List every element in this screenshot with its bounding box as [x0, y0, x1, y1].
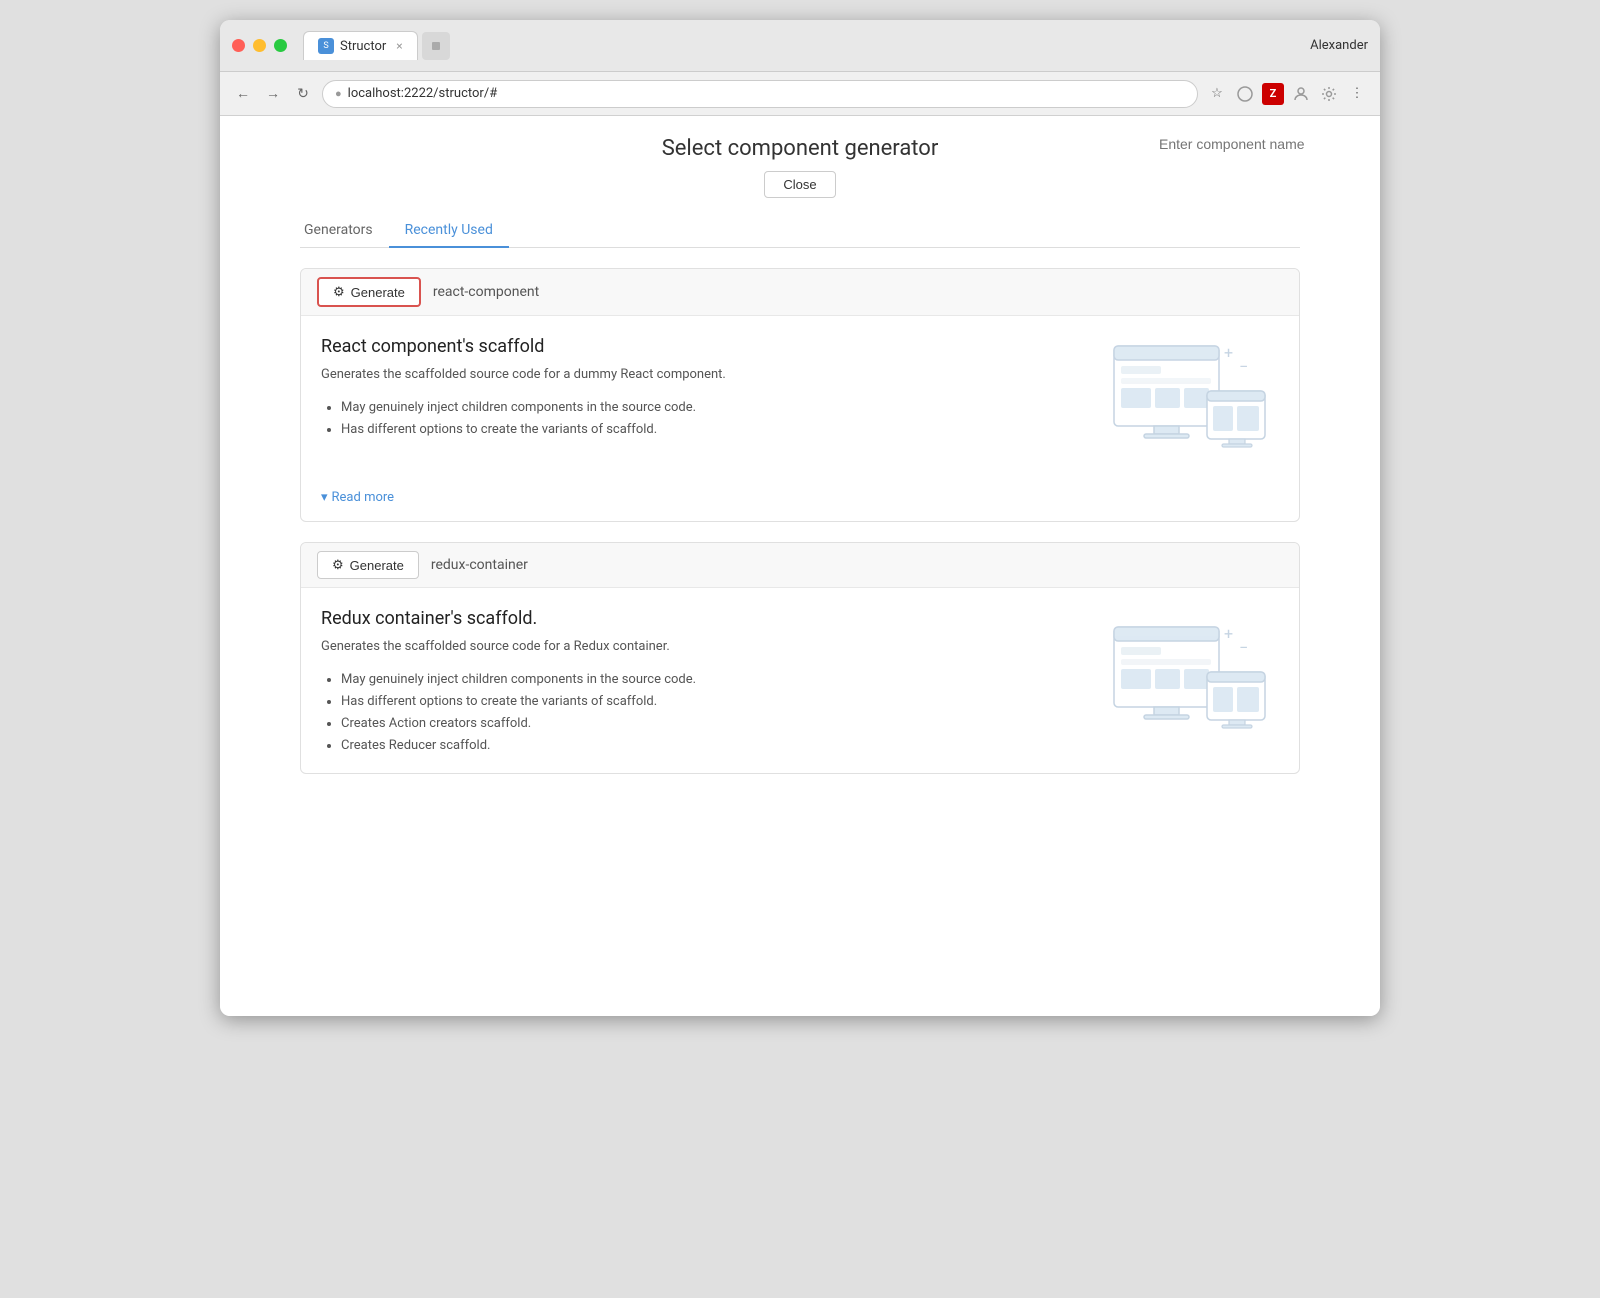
address-bar: ← → ↻ ● localhost:2222/structor/# ☆ Z — [220, 72, 1380, 116]
card-desc-redux: Generates the scaffolded source code for… — [321, 637, 1079, 657]
tab-close-button[interactable]: × — [396, 39, 402, 53]
close-window-button[interactable] — [232, 39, 245, 52]
user-name: Alexander — [1310, 38, 1368, 53]
forward-button[interactable]: → — [262, 83, 284, 105]
url-bar[interactable]: ● localhost:2222/structor/# — [322, 80, 1198, 108]
tab-title: Structor — [340, 39, 386, 54]
read-more-wrap-react: ▾ Read more — [301, 482, 1299, 521]
url-text: localhost:2222/structor/# — [348, 86, 498, 101]
cards-container: ⚙ Generate react-component React compone… — [220, 268, 1380, 774]
tab-bar: S Structor × — [303, 31, 1310, 60]
profile-button[interactable] — [1290, 83, 1312, 105]
bookmark-button[interactable]: ☆ — [1206, 83, 1228, 105]
card-text-redux: Redux container's scaffold. Generates th… — [321, 608, 1079, 757]
title-bar: S Structor × Alexander — [220, 20, 1380, 72]
card-image-react: + − — [1099, 336, 1279, 466]
card-header-react: ⚙ Generate react-component — [301, 269, 1299, 316]
tabs-container: Generators Recently Used — [220, 214, 1380, 248]
gear-icon: ⚙ — [333, 284, 345, 300]
generator-card-react-component: ⚙ Generate react-component React compone… — [300, 268, 1300, 522]
card-title-redux: Redux container's scaffold. — [321, 608, 1079, 629]
tab-recently-used[interactable]: Recently Used — [389, 214, 509, 248]
tab-generators[interactable]: Generators — [300, 214, 389, 248]
active-tab[interactable]: S Structor × — [303, 31, 418, 60]
generate-redux-label: Generate — [350, 558, 404, 573]
gear-icon-redux: ⚙ — [332, 557, 344, 573]
close-button-wrap: Close — [220, 171, 1380, 198]
page-header: Select component generator — [220, 136, 1380, 161]
reload-button[interactable]: ↻ — [292, 83, 314, 105]
read-more-react-link[interactable]: ▾ Read more — [321, 490, 1279, 505]
svg-text:−: − — [1239, 638, 1248, 657]
list-item: Has different options to create the vari… — [341, 419, 1079, 441]
minimize-window-button[interactable] — [253, 39, 266, 52]
settings-button[interactable] — [1318, 83, 1340, 105]
generator-card-redux-container: ⚙ Generate redux-container Redux contain… — [300, 542, 1300, 774]
card-body-redux: Redux container's scaffold. Generates th… — [301, 588, 1299, 773]
card-list-redux: May genuinely inject children components… — [321, 669, 1079, 757]
list-item: Has different options to create the vari… — [341, 691, 1079, 713]
tabs-header: Generators Recently Used — [300, 214, 1300, 248]
card-text-react: React component's scaffold Generates the… — [321, 336, 1079, 466]
svg-text:+: + — [1224, 624, 1233, 643]
card-desc-react: Generates the scaffolded source code for… — [321, 365, 1079, 385]
card-image-redux: + − — [1099, 608, 1279, 757]
maximize-window-button[interactable] — [274, 39, 287, 52]
extensions-button[interactable] — [1234, 83, 1256, 105]
browser-window: S Structor × Alexander ← → ↻ ● localhost… — [220, 20, 1380, 1016]
lock-icon: ● — [335, 87, 342, 100]
card-header-redux: ⚙ Generate redux-container — [301, 543, 1299, 588]
card-title-react: React component's scaffold — [321, 336, 1079, 357]
back-button[interactable]: ← — [232, 83, 254, 105]
read-more-react-text: Read more — [332, 490, 395, 505]
traffic-lights — [232, 39, 287, 52]
new-tab-button[interactable] — [422, 32, 450, 60]
main-content: Select component generator Close Generat… — [220, 116, 1380, 1016]
svg-text:+: + — [1224, 343, 1233, 362]
component-name-input[interactable] — [1159, 136, 1340, 152]
list-item: May genuinely inject children components… — [341, 397, 1079, 419]
list-item: May genuinely inject children components… — [341, 669, 1079, 691]
zotero-button[interactable]: Z — [1262, 83, 1284, 105]
generate-redux-button[interactable]: ⚙ Generate — [317, 551, 419, 579]
close-button[interactable]: Close — [764, 171, 835, 198]
menu-button[interactable]: ⋮ — [1346, 83, 1368, 105]
react-cmd-name: react-component — [433, 284, 539, 300]
browser-actions: ☆ Z ⋮ — [1206, 83, 1368, 105]
generate-react-button[interactable]: ⚙ Generate — [317, 277, 421, 307]
svg-text:−: − — [1239, 357, 1248, 376]
generate-react-label: Generate — [351, 285, 405, 300]
list-item: Creates Reducer scaffold. — [341, 735, 1079, 757]
structor-icon: S — [318, 38, 334, 54]
redux-cmd-name: redux-container — [431, 557, 528, 573]
list-item: Creates Action creators scaffold. — [341, 713, 1079, 735]
chevron-down-icon: ▾ — [321, 490, 328, 505]
card-body-react: React component's scaffold Generates the… — [301, 316, 1299, 482]
card-list-react: May genuinely inject children components… — [321, 397, 1079, 441]
